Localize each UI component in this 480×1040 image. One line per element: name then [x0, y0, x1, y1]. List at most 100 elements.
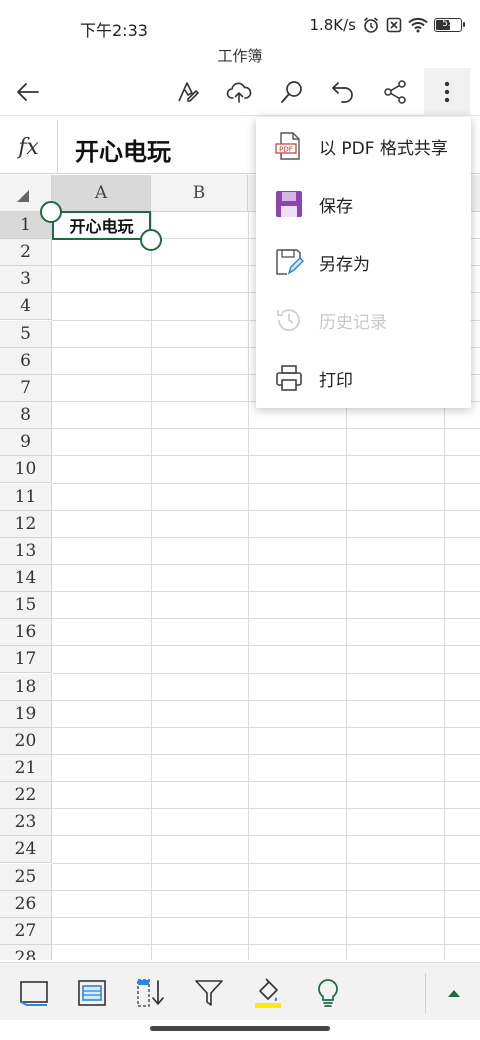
printer-icon	[276, 365, 302, 391]
filter-button[interactable]	[191, 975, 227, 1011]
row-header-23[interactable]: 23	[0, 809, 52, 837]
row-header-28[interactable]: 28	[0, 945, 52, 960]
grid-line	[52, 618, 480, 620]
grid-line	[52, 482, 480, 484]
row-header-6[interactable]: 6	[0, 347, 52, 375]
status-bar: 下午2:33 1.8K/s 55	[0, 0, 480, 44]
row-header-4[interactable]: 4	[0, 293, 52, 321]
pdf-share-icon: PDF	[275, 132, 300, 160]
fill-color-button[interactable]	[250, 975, 286, 1011]
save-as-icon	[276, 249, 304, 275]
row-header-17[interactable]: 17	[0, 646, 52, 674]
menu-item-save-as[interactable]: 另存为	[256, 233, 471, 291]
grid-line	[52, 944, 480, 946]
top-toolbar	[0, 68, 480, 116]
grid-line	[52, 509, 480, 511]
cloud-upload-icon	[226, 82, 252, 103]
menu-label: 历史记录	[319, 312, 387, 333]
cloud-upload-button[interactable]	[219, 72, 259, 112]
back-button[interactable]	[8, 72, 48, 112]
row-header-11[interactable]: 11	[0, 483, 52, 511]
row-header-16[interactable]: 16	[0, 619, 52, 647]
row-header-5[interactable]: 5	[0, 320, 52, 348]
menu-label: 以 PDF 格式共享	[319, 138, 448, 159]
grid-line	[52, 563, 480, 565]
row-header-18[interactable]: 18	[0, 673, 52, 701]
row-header-14[interactable]: 14	[0, 564, 52, 592]
filter-icon	[195, 980, 223, 1006]
share-button[interactable]	[375, 72, 415, 112]
menu-label: 保存	[319, 196, 353, 217]
column-header-a[interactable]: A	[52, 175, 151, 212]
menu-label: 另存为	[319, 254, 370, 275]
menu-item-print[interactable]: 打印	[256, 349, 471, 407]
status-time: 下午2:33	[80, 21, 148, 40]
grid-line	[52, 455, 480, 457]
status-icons: 1.8K/s 55	[309, 16, 465, 34]
undo-button[interactable]	[323, 72, 363, 112]
row-header-2[interactable]: 2	[0, 239, 52, 267]
row-header-12[interactable]: 12	[0, 510, 52, 538]
grid-line	[52, 754, 480, 755]
ideas-button[interactable]	[310, 975, 346, 1011]
sort-icon	[137, 979, 164, 1007]
search-icon	[281, 81, 302, 103]
grid-line	[52, 591, 480, 593]
row-header-15[interactable]: 15	[0, 592, 52, 620]
grid-line	[52, 889, 480, 891]
grid-line	[52, 428, 480, 430]
formula-input[interactable]: 开心电玩	[75, 132, 171, 167]
ideas-bulb-icon	[318, 979, 338, 1007]
home-indicator[interactable]	[150, 1026, 330, 1031]
freeze-panes-button[interactable]	[74, 975, 110, 1011]
selection-handle-start[interactable]	[40, 201, 62, 223]
no-sim-icon	[386, 17, 402, 33]
row-header-9[interactable]: 9	[0, 429, 52, 457]
grid-line	[52, 808, 480, 810]
menu-label: 打印	[319, 370, 353, 391]
svg-text:PDF: PDF	[279, 146, 293, 154]
fx-label[interactable]: fx	[0, 120, 58, 174]
sort-button[interactable]	[133, 975, 169, 1011]
cell-a1[interactable]: 开心电玩	[52, 213, 151, 240]
row-header-22[interactable]: 22	[0, 782, 52, 810]
undo-icon	[332, 82, 353, 103]
bottom-toolbar	[0, 962, 480, 1020]
card-view-button[interactable]	[16, 975, 52, 1011]
draw-button[interactable]	[168, 72, 208, 112]
save-icon	[276, 191, 302, 217]
selection-handle-end[interactable]	[140, 229, 162, 251]
row-header-13[interactable]: 13	[0, 537, 52, 565]
expand-toolbar-button[interactable]	[448, 990, 460, 997]
more-vertical-icon	[444, 81, 450, 103]
row-header-20[interactable]: 20	[0, 727, 52, 755]
grid-line	[52, 726, 480, 728]
row-header-27[interactable]: 27	[0, 917, 52, 945]
menu-item-save[interactable]: 保存	[256, 175, 471, 233]
row-header-19[interactable]: 19	[0, 700, 52, 728]
grid-line	[52, 916, 480, 918]
grid-line	[52, 645, 480, 647]
search-button[interactable]	[272, 72, 312, 112]
row-header-21[interactable]: 21	[0, 755, 52, 782]
fill-color-icon	[255, 978, 281, 1008]
battery-level: 55	[442, 19, 454, 29]
row-header-24[interactable]: 24	[0, 836, 52, 864]
grid-line	[248, 212, 249, 960]
grid-line	[52, 781, 480, 783]
row-header-10[interactable]: 10	[0, 456, 52, 484]
arrow-left-icon	[17, 83, 39, 101]
row-header-8[interactable]: 8	[0, 402, 52, 430]
grid-line	[151, 212, 152, 960]
menu-item-share-pdf[interactable]: PDF 以 PDF 格式共享	[256, 117, 471, 175]
wifi-icon	[408, 17, 428, 33]
row-header-7[interactable]: 7	[0, 374, 52, 402]
document-title: 工作簿	[217, 47, 263, 65]
row-header-3[interactable]: 3	[0, 266, 52, 294]
column-header-b[interactable]: B	[151, 175, 248, 212]
row-header-26[interactable]: 26	[0, 890, 52, 918]
card-view-icon	[20, 981, 48, 1006]
grid-line	[52, 699, 480, 701]
more-options-button[interactable]	[424, 68, 470, 116]
row-header-25[interactable]: 25	[0, 863, 52, 891]
